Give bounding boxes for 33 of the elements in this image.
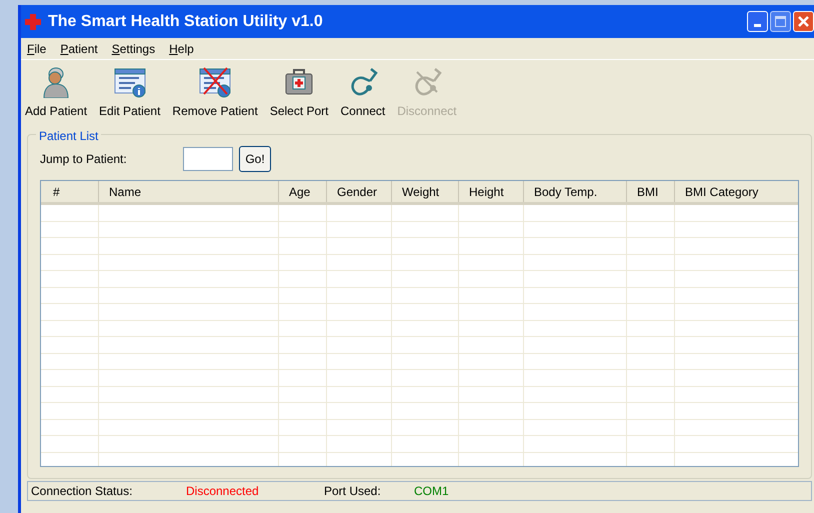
jump-label: Jump to Patient: xyxy=(40,151,128,168)
go-button[interactable]: Go! xyxy=(239,146,271,172)
status-label: Port Used: xyxy=(324,483,382,500)
menu-item[interactable]: File xyxy=(27,40,46,58)
status-label: Connection Status: xyxy=(31,483,134,500)
menu-item[interactable]: Help xyxy=(169,40,194,58)
column-header[interactable]: Weight xyxy=(392,181,459,202)
column-header[interactable]: Name xyxy=(99,181,279,202)
column-header[interactable]: Height xyxy=(459,181,524,202)
id-card-cross-icon xyxy=(199,66,232,98)
menu-item[interactable]: Settings xyxy=(112,40,156,58)
maximize-button[interactable] xyxy=(770,11,791,32)
toolbar-button[interactable]: Remove Patient xyxy=(172,66,258,120)
toolbar-button[interactable]: Connect xyxy=(340,66,386,120)
window-title: The Smart Health Station Utility v1.0 xyxy=(48,12,323,32)
medical-cross-icon xyxy=(24,12,42,30)
menu-item[interactable]: Patient xyxy=(60,40,98,58)
close-button[interactable] xyxy=(793,11,814,32)
column-header[interactable]: # xyxy=(41,181,99,202)
toolbar-button[interactable]: Edit Patient xyxy=(99,66,160,120)
column-header[interactable]: Age xyxy=(279,181,327,202)
minimize-button[interactable] xyxy=(747,11,768,32)
toolbar-button[interactable]: Add Patient xyxy=(25,66,88,120)
toolbar-button[interactable]: Select Port xyxy=(270,66,329,120)
column-header[interactable]: BMI Category xyxy=(675,181,798,202)
column-header[interactable]: BMI xyxy=(627,181,675,202)
column-header[interactable]: Gender xyxy=(327,181,392,202)
column-header[interactable]: Body Temp. xyxy=(524,181,627,202)
status-value: COM1 xyxy=(414,483,450,500)
id-card-icon xyxy=(114,66,146,98)
patient-number-field[interactable] xyxy=(183,147,233,171)
status-value: Disconnected xyxy=(186,483,260,500)
close-icon xyxy=(797,15,810,28)
